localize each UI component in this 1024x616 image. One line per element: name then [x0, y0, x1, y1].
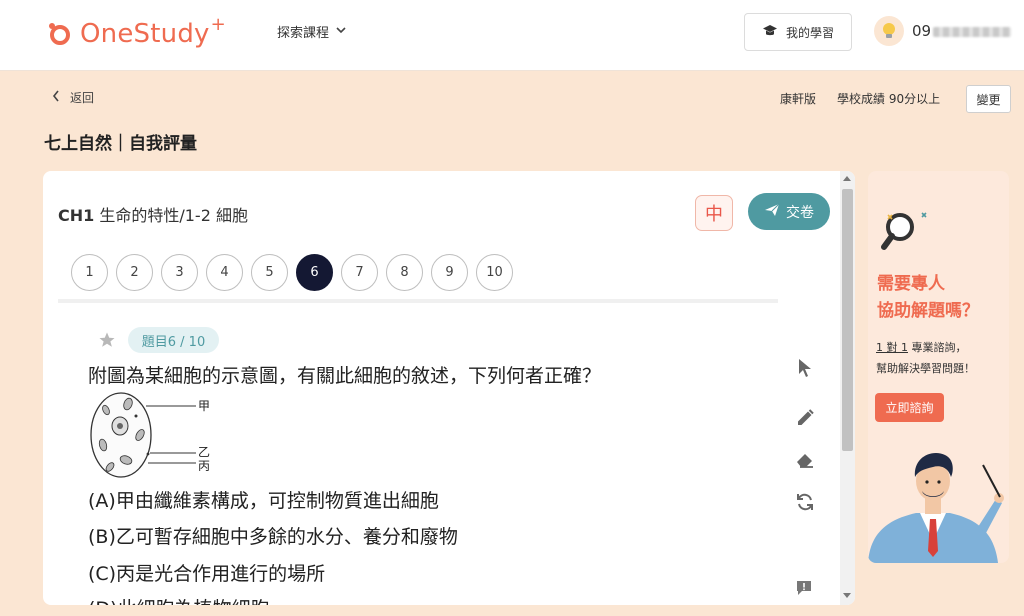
label-bing: 丙	[198, 459, 210, 473]
question-number-button[interactable]: 10	[476, 254, 513, 291]
star-bookmark-icon[interactable]	[98, 331, 116, 353]
user-menu[interactable]: 09	[874, 16, 1012, 46]
question-number-button[interactable]: 5	[251, 254, 288, 291]
user-phone: 09	[912, 22, 1012, 40]
submit-exam-button[interactable]: 交卷	[748, 193, 830, 230]
ad-title-line-2: 協助解題嗎？	[877, 301, 979, 321]
chapter-title: CH1 生命的特性/1-2 細胞	[58, 202, 248, 226]
graduation-cap-icon	[762, 24, 778, 41]
cursor-icon[interactable]	[793, 356, 817, 380]
masked-phone	[933, 26, 1012, 37]
question-number-button[interactable]: 9	[431, 254, 468, 291]
cell-diagram: 甲 乙 丙	[88, 390, 218, 486]
logo-plus: +	[210, 13, 226, 35]
option-b[interactable]: (B)乙可暫存細胞中多餘的水分、養分和廢物	[88, 522, 458, 549]
label-yi: 乙	[198, 445, 210, 459]
onestudy-logo[interactable]: OneStudy +	[48, 13, 226, 52]
divider	[58, 299, 778, 303]
chapter-code: CH1	[58, 206, 95, 225]
question-number-button[interactable]: 7	[341, 254, 378, 291]
report-icon[interactable]	[795, 579, 813, 601]
question-navigator: 1 2 3 4 5 6 7 8 9 10	[71, 254, 513, 291]
chapter-name: 生命的特性/1-2 細胞	[94, 206, 248, 225]
explore-courses-menu[interactable]: 探索課程	[277, 22, 347, 41]
submit-exam-label: 交卷	[786, 204, 814, 221]
top-navbar: OneStudy + 探索課程 我的學習 09	[0, 0, 1024, 71]
my-learning-label: 我的學習	[785, 25, 834, 40]
school-score-level: 學校成績 90分以上	[837, 92, 941, 106]
paper-plane-icon	[764, 203, 780, 221]
question-number-button[interactable]: 1	[71, 254, 108, 291]
label-jia: 甲	[198, 399, 210, 413]
ad-text-highlight: 1 對 1	[876, 341, 908, 354]
question-number-button-active[interactable]: 6	[296, 254, 333, 291]
consult-now-button[interactable]: 立即諮詢	[875, 393, 944, 422]
magnifier-icon	[880, 207, 930, 259]
teacher-illustration	[868, 441, 1009, 563]
question-progress-badge: 題目6 / 10	[128, 327, 219, 353]
scrollbar-thumb[interactable]	[842, 189, 853, 451]
lightbulb-avatar-icon	[874, 16, 904, 46]
back-link[interactable]: 返回	[52, 89, 94, 106]
consultation-ad-banner[interactable]: 需要專人 協助解題嗎？ 1 對 1 專業諮詢， 幫助解決學習問題！ 立即諮詢	[868, 171, 1009, 563]
refresh-icon[interactable]	[793, 490, 817, 514]
difficulty-badge: 中	[695, 195, 733, 231]
ad-description: 1 對 1 專業諮詢， 幫助解決學習問題！	[876, 337, 975, 379]
chevron-left-icon	[52, 90, 60, 105]
ad-title-line-1: 需要專人	[877, 274, 945, 294]
question-number-button[interactable]: 2	[116, 254, 153, 291]
scrollbar[interactable]	[840, 171, 855, 605]
logo-mark-icon	[48, 22, 72, 46]
pencil-icon[interactable]	[793, 406, 817, 430]
ad-text-line-1: 1 對 1 專業諮詢，	[876, 337, 975, 358]
textbook-edition: 康軒版	[780, 92, 817, 106]
chevron-down-icon	[335, 24, 347, 40]
scroll-down-arrow-icon[interactable]	[843, 593, 851, 598]
explore-courses-label: 探索課程	[277, 26, 330, 41]
scroll-up-arrow-icon[interactable]	[843, 176, 851, 181]
ad-text-rest: 專業諮詢，	[908, 341, 967, 354]
question-number-button[interactable]: 4	[206, 254, 243, 291]
change-button[interactable]: 變更	[966, 85, 1011, 113]
back-label: 返回	[70, 91, 95, 105]
ad-text-line-2: 幫助解決學習問題！	[876, 362, 975, 375]
quiz-card: CH1 生命的特性/1-2 細胞 中 交卷 1 2 3 4 5 6 7 8 9 …	[43, 171, 855, 605]
option-d[interactable]: (D)此細胞為植物細胞	[88, 594, 269, 605]
option-a[interactable]: (A)甲由纖維素構成，可控制物質進出細胞	[88, 486, 439, 513]
ad-title: 需要專人 協助解題嗎？	[877, 271, 979, 325]
option-c[interactable]: (C)丙是光合作用進行的場所	[88, 559, 325, 586]
my-learning-button[interactable]: 我的學習	[744, 13, 852, 51]
question-number-button[interactable]: 3	[161, 254, 198, 291]
question-number-button[interactable]: 8	[386, 254, 423, 291]
logo-text: OneStudy	[80, 19, 210, 49]
page-title: 七上自然｜自我評量	[44, 134, 197, 154]
eraser-icon[interactable]	[793, 448, 817, 472]
question-text: 附圖為某細胞的示意圖，有關此細胞的敘述，下列何者正確？	[88, 365, 602, 387]
